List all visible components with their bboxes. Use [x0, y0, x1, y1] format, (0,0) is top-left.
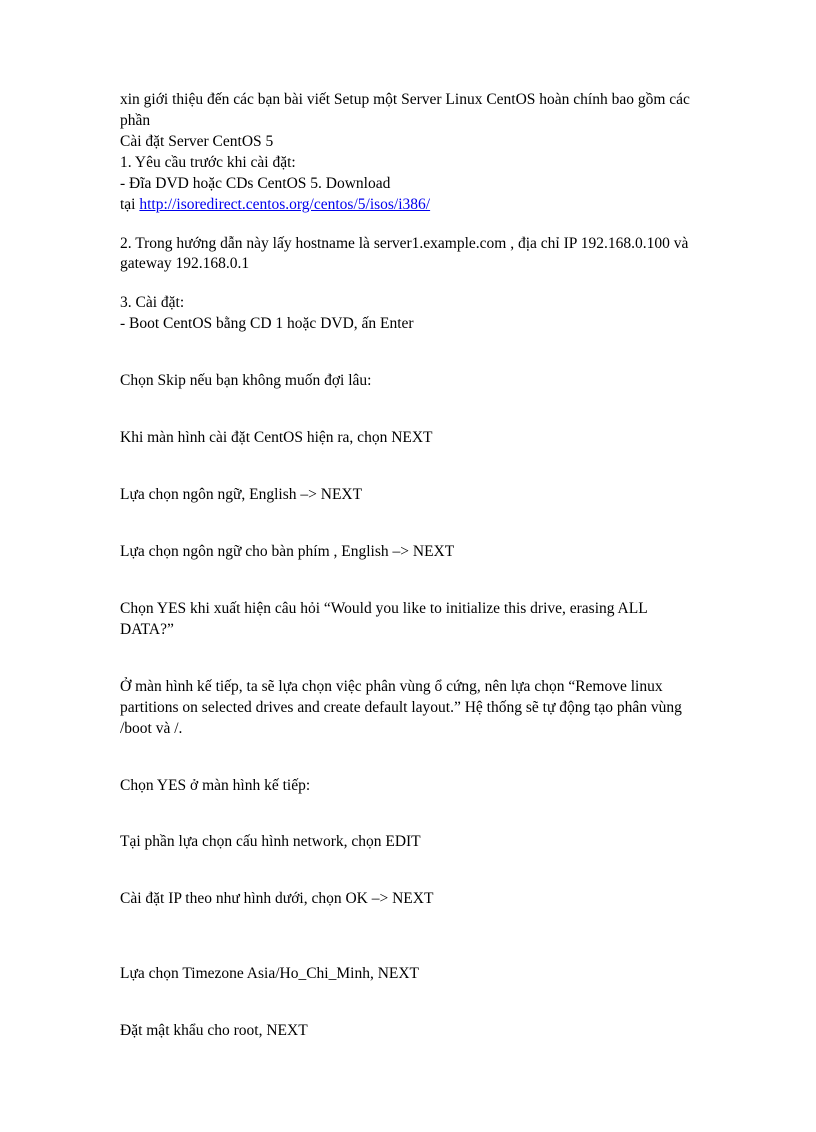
initialize-drive-line: Chọn YES khi xuất hiện câu hỏi “Would yo… [120, 599, 696, 641]
spacer [120, 216, 696, 234]
spacer [120, 335, 696, 371]
requirements-heading: 1. Yêu cầu trước khi cài đặt: [120, 153, 696, 174]
spacer [120, 506, 696, 542]
title-line: Cài đặt Server CentOS 5 [120, 132, 696, 153]
download-link-line: tại http://isoredirect.centos.org/centos… [120, 195, 696, 216]
spacer [120, 449, 696, 485]
timezone-line: Lựa chọn Timezone Asia/Ho_Chi_Minh, NEXT [120, 964, 696, 985]
boot-line: - Boot CentOS bằng CD 1 hoặc DVD, ấn Ent… [120, 314, 696, 335]
spacer [120, 985, 696, 1021]
hostname-paragraph: 2. Trong hướng dẫn này lấy hostname là s… [120, 234, 696, 276]
yes-next-screen-line: Chọn YES ở màn hình kế tiếp: [120, 776, 696, 797]
intro-paragraph: xin giới thiệu đến các bạn bài viết Setu… [120, 90, 696, 132]
keyboard-language-line: Lựa chọn ngôn ngữ cho bàn phím , English… [120, 542, 696, 563]
spacer [120, 946, 696, 964]
root-password-line: Đặt mật khẩu cho root, NEXT [120, 1021, 696, 1042]
partition-paragraph: Ở màn hình kế tiếp, ta sẽ lựa chọn việc … [120, 677, 696, 740]
network-edit-line: Tại phần lựa chọn cấu hình network, chọn… [120, 832, 696, 853]
skip-line: Chọn Skip nếu bạn không muốn đợi lâu: [120, 371, 696, 392]
install-heading: 3. Cài đặt: [120, 293, 696, 314]
dvd-line: - Đĩa DVD hoặc CDs CentOS 5. Download [120, 174, 696, 195]
spacer [120, 740, 696, 776]
spacer [120, 563, 696, 599]
spacer [120, 275, 696, 293]
next-line: Khi màn hình cài đặt CentOS hiện ra, chọ… [120, 428, 696, 449]
spacer [120, 641, 696, 677]
spacer [120, 910, 696, 946]
link-prefix: tại [120, 196, 139, 213]
document-page: xin giới thiệu đến các bạn bài viết Setu… [0, 0, 816, 1132]
ip-config-line: Cài đặt IP theo như hình dưới, chọn OK –… [120, 889, 696, 910]
download-link[interactable]: http://isoredirect.centos.org/centos/5/i… [139, 196, 430, 213]
spacer [120, 853, 696, 889]
spacer [120, 392, 696, 428]
language-line: Lựa chọn ngôn ngữ, English –> NEXT [120, 485, 696, 506]
spacer [120, 796, 696, 832]
